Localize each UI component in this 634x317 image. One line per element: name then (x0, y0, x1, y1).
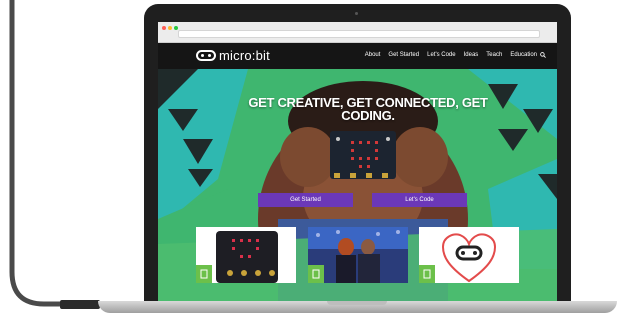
nav-item-teach[interactable]: Teach (486, 52, 502, 58)
maximize-dot-icon[interactable] (174, 26, 178, 30)
microbit-board-image (196, 227, 296, 283)
lets-code-button[interactable]: Let's Code (372, 193, 467, 207)
card-heart[interactable] (419, 227, 519, 283)
logo-text: micro:bit (219, 48, 270, 63)
laptop-base (98, 301, 617, 313)
nav-links: About Get Started Let's Code Ideas Teach… (365, 52, 537, 58)
nav-item-ideas[interactable]: Ideas (464, 52, 479, 58)
laptop-notch (327, 301, 387, 305)
browser-toolbar (158, 22, 557, 43)
nav-item-get-started[interactable]: Get Started (388, 52, 419, 58)
presenters-image (308, 227, 408, 283)
hero-banner: GET CREATIVE, GET CONNECTED, GET CODING.… (158, 69, 557, 304)
hero-headline: GET CREATIVE, GET CONNECTED, GET CODING. (248, 95, 488, 123)
laptop-lid: micro:bit About Get Started Let's Code I… (144, 4, 571, 304)
nav-item-education[interactable]: Education (510, 52, 537, 58)
heart-microbit-image (419, 227, 519, 283)
search-icon[interactable] (540, 52, 546, 58)
microbit-logo[interactable]: micro:bit (196, 48, 270, 63)
card-microbit[interactable] (196, 227, 296, 283)
microbit-logo-icon (196, 50, 216, 61)
address-bar[interactable] (178, 30, 540, 38)
close-dot-icon[interactable] (162, 26, 166, 30)
nav-item-about[interactable]: About (365, 52, 381, 58)
minimize-dot-icon[interactable] (168, 26, 172, 30)
nav-item-lets-code[interactable]: Let's Code (427, 52, 456, 58)
site-navigation: micro:bit About Get Started Let's Code I… (158, 43, 557, 69)
card-presenters[interactable] (308, 227, 408, 283)
camera-icon (355, 12, 358, 15)
get-started-button[interactable]: Get Started (258, 193, 353, 207)
laptop-screen: micro:bit About Get Started Let's Code I… (158, 22, 557, 304)
